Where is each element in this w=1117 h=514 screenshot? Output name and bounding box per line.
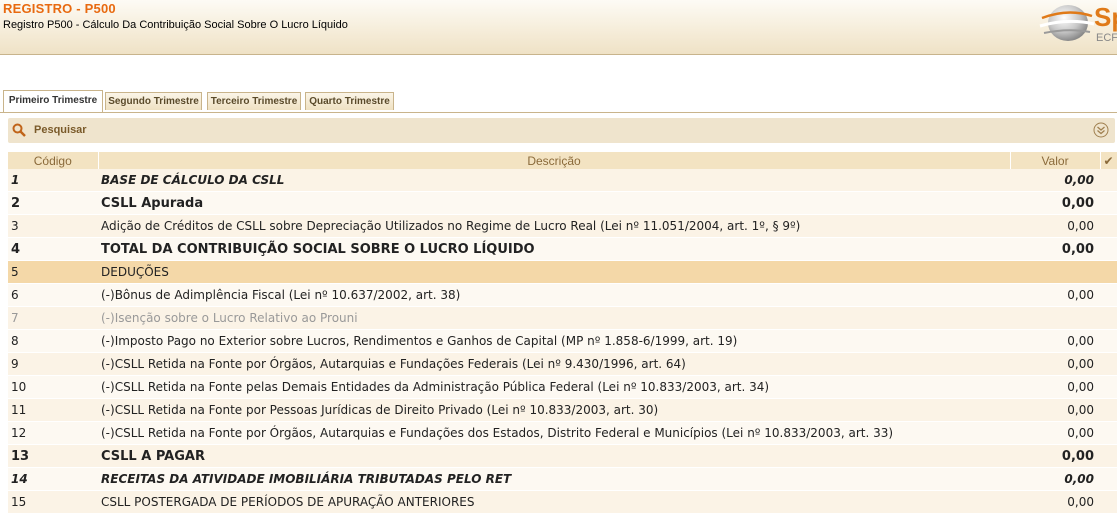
- search-panel[interactable]: Pesquisar: [8, 118, 1115, 143]
- column-header-valor[interactable]: Valor: [1010, 152, 1101, 169]
- tab-terceiro-trimestre[interactable]: Terceiro Trimestre: [207, 92, 301, 110]
- row-description: (-)Isenção sobre o Lucro Relativo ao Pro…: [98, 306, 1010, 330]
- row-value: 0,00: [1010, 467, 1100, 491]
- row-description: BASE DE CÁLCULO DA CSLL: [98, 169, 1010, 192]
- row-code: 14: [8, 467, 98, 491]
- row-description: RECEITAS DA ATIVIDADE IMOBILIÁRIA TRIBUT…: [98, 467, 1010, 491]
- row-check: [1100, 191, 1117, 215]
- row-code: 7: [8, 306, 98, 330]
- table-row[interactable]: 4 TOTAL DA CONTRIBUIÇÃO SOCIAL SOBRE O LU…: [8, 237, 1117, 261]
- row-description: (-)CSLL Retida na Fonte pelas Demais Ent…: [98, 375, 1010, 399]
- row-value: 0,00: [1010, 169, 1100, 192]
- row-check: [1100, 306, 1117, 330]
- row-check: [1100, 283, 1117, 307]
- table-row[interactable]: 15 CSLL POSTERGADA DE PERÍODOS DE APURAÇÃ…: [8, 490, 1117, 514]
- p500-table: Código Descrição Valor ✔ 1 BASE DE CÁLCUL…: [8, 152, 1117, 514]
- table-row[interactable]: 13 CSLL A PAGAR 0,00: [8, 444, 1117, 468]
- table-body: 1 BASE DE CÁLCULO DA CSLL 0,00 2 CSLL Apurad…: [8, 169, 1117, 514]
- row-check: [1100, 329, 1117, 353]
- row-description: DEDUÇÕES: [98, 260, 1010, 284]
- search-icon: [12, 123, 26, 137]
- row-check: [1100, 398, 1117, 422]
- row-code: 12: [8, 421, 98, 445]
- row-check: [1100, 490, 1117, 514]
- row-description: (-)Bônus de Adimplência Fiscal (Lei nº 1…: [98, 283, 1010, 307]
- row-check: [1100, 352, 1117, 376]
- row-description: (-)CSLL Retida na Fonte por Órgãos, Auta…: [98, 421, 1010, 445]
- row-code: 4: [8, 237, 98, 261]
- row-description: (-)CSLL Retida na Fonte por Órgãos, Auta…: [98, 352, 1010, 376]
- row-value: 0,00: [1010, 191, 1100, 215]
- table-row[interactable]: 6 (-)Bônus de Adimplência Fiscal (Lei nº …: [8, 283, 1117, 307]
- row-description: CSLL POSTERGADA DE PERÍODOS DE APURAÇÃO …: [98, 490, 1010, 514]
- search-label: Pesquisar: [34, 124, 87, 136]
- table-row[interactable]: 12 (-)CSLL Retida na Fonte por Órgãos, Au…: [8, 421, 1117, 445]
- tab-divider: [0, 112, 1117, 113]
- row-description: TOTAL DA CONTRIBUIÇÃO SOCIAL SOBRE O LUC…: [98, 237, 1010, 261]
- row-check: [1100, 375, 1117, 399]
- row-description: (-)CSLL Retida na Fonte por Pessoas Jurí…: [98, 398, 1010, 422]
- row-check: [1100, 260, 1117, 284]
- row-check: [1100, 444, 1117, 468]
- row-code: 5: [8, 260, 98, 284]
- logo-subtext: ECF: [1096, 32, 1117, 44]
- table-row[interactable]: 14 RECEITAS DA ATIVIDADE IMOBILIÁRIA TRIB…: [8, 467, 1117, 491]
- row-check: [1100, 237, 1117, 261]
- column-header-descricao[interactable]: Descrição: [98, 152, 1011, 169]
- row-check: [1100, 214, 1117, 238]
- row-description: CSLL Apurada: [98, 191, 1010, 215]
- row-value: [1010, 306, 1100, 330]
- row-check: [1100, 421, 1117, 445]
- table-row[interactable]: 3 Adição de Créditos de CSLL sobre Deprec…: [8, 214, 1117, 238]
- row-code: 1: [8, 169, 98, 192]
- row-value: 0,00: [1010, 421, 1100, 445]
- row-value: 0,00: [1010, 375, 1100, 399]
- table-row[interactable]: 7 (-)Isenção sobre o Lucro Relativo ao Pr…: [8, 306, 1117, 330]
- register-subtitle: Registro P500 - Cálculo Da Contribuição …: [3, 19, 348, 31]
- row-value: 0,00: [1010, 398, 1100, 422]
- table-row[interactable]: 10 (-)CSLL Retida na Fonte pelas Demais E…: [8, 375, 1117, 399]
- row-value: 0,00: [1010, 237, 1100, 261]
- row-code: 2: [8, 191, 98, 215]
- row-code: 15: [8, 490, 98, 514]
- column-header-codigo[interactable]: Código: [8, 152, 99, 169]
- row-description: (-)Imposto Pago no Exterior sobre Lucros…: [98, 329, 1010, 353]
- row-value: 0,00: [1010, 490, 1100, 514]
- table-row[interactable]: 1 BASE DE CÁLCULO DA CSLL 0,00: [8, 169, 1117, 192]
- tab-primeiro-trimestre[interactable]: Primeiro Trimestre: [3, 90, 103, 113]
- row-value: 0,00: [1010, 283, 1100, 307]
- row-code: 11: [8, 398, 98, 422]
- row-value: 0,00: [1010, 352, 1100, 376]
- tab-quarto-trimestre[interactable]: Quarto Trimestre: [305, 92, 394, 110]
- row-code: 9: [8, 352, 98, 376]
- chevron-double-down-icon[interactable]: [1093, 122, 1109, 138]
- globe-icon: [1039, 5, 1095, 41]
- row-code: 13: [8, 444, 98, 468]
- tab-segundo-trimestre[interactable]: Segundo Trimestre: [105, 92, 202, 110]
- row-check: [1100, 467, 1117, 491]
- row-value: [1010, 260, 1100, 284]
- table-row[interactable]: 8 (-)Imposto Pago no Exterior sobre Lucro…: [8, 329, 1117, 353]
- table-row[interactable]: 5 DEDUÇÕES: [8, 260, 1117, 284]
- table-row[interactable]: 11 (-)CSLL Retida na Fonte por Pessoas Ju…: [8, 398, 1117, 422]
- row-code: 3: [8, 214, 98, 238]
- column-header-check[interactable]: ✔: [1100, 152, 1117, 169]
- row-description: Adição de Créditos de CSLL sobre Depreci…: [98, 214, 1010, 238]
- row-value: 0,00: [1010, 214, 1100, 238]
- table-row[interactable]: 9 (-)CSLL Retida na Fonte por Órgãos, Aut…: [8, 352, 1117, 376]
- row-code: 6: [8, 283, 98, 307]
- row-value: 0,00: [1010, 444, 1100, 468]
- checkmark-icon: ✔: [1103, 153, 1114, 168]
- row-code: 10: [8, 375, 98, 399]
- row-description: CSLL A PAGAR: [98, 444, 1010, 468]
- sped-logo: Sp ECF: [1038, 2, 1117, 50]
- logo-text: Sp: [1094, 2, 1117, 32]
- window-header: REGISTRO - P500 Registro P500 - Cálculo …: [0, 0, 1117, 55]
- row-value: 0,00: [1010, 329, 1100, 353]
- table-row[interactable]: 2 CSLL Apurada 0,00: [8, 191, 1117, 215]
- row-code: 8: [8, 329, 98, 353]
- register-title: REGISTRO - P500: [3, 1, 116, 16]
- row-check: [1100, 169, 1117, 192]
